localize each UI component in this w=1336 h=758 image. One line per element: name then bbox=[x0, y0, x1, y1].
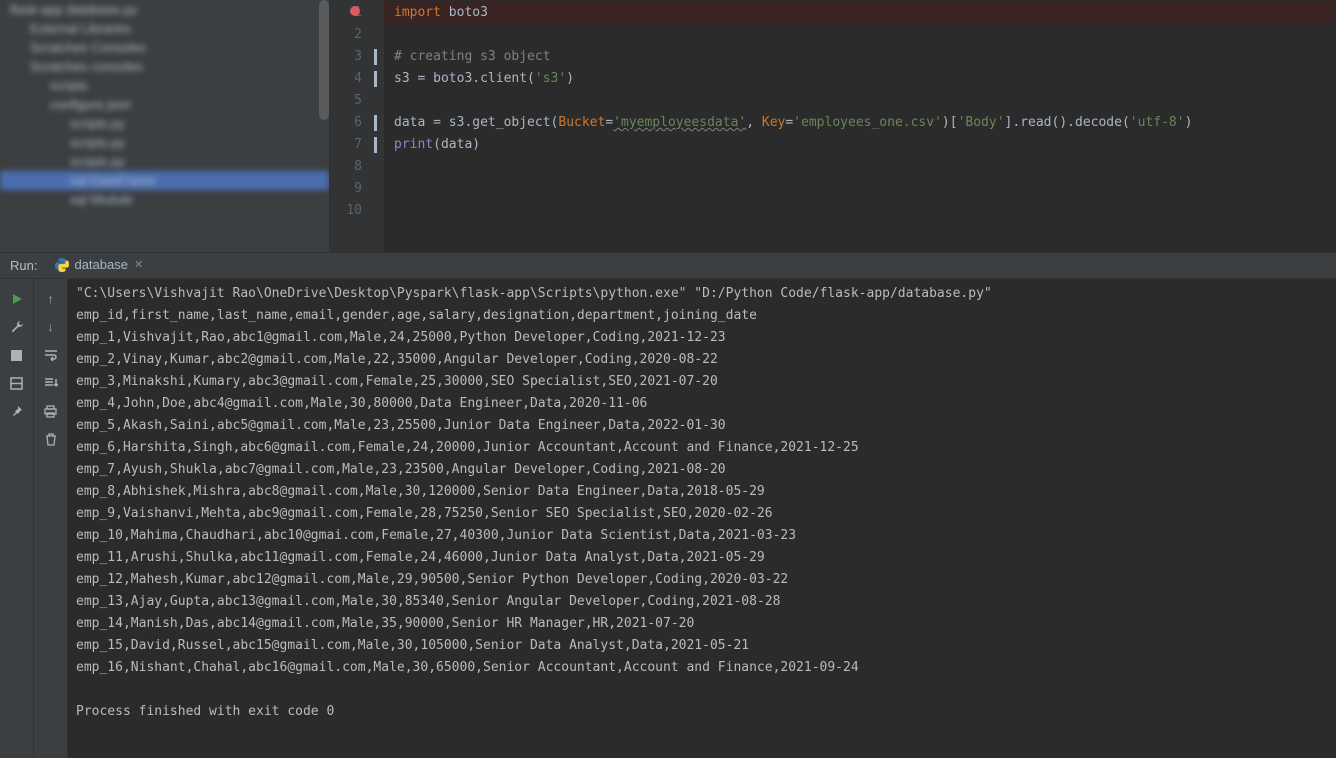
code-line: import boto3 bbox=[384, 2, 1336, 24]
tree-item-selected[interactable]: sql DataFrame bbox=[0, 171, 329, 190]
code-editor[interactable]: 1 2 3 4 5 6 7 8 9 10 import b bbox=[330, 0, 1336, 252]
console-line: emp_10,Mahima,Chaudhari,abc10@gmai.com,F… bbox=[76, 525, 1328, 547]
tree-item[interactable]: sql Module bbox=[0, 190, 329, 209]
wrench-icon[interactable] bbox=[6, 316, 28, 338]
console-output[interactable]: "C:\Users\Vishvajit Rao\OneDrive\Desktop… bbox=[68, 279, 1336, 758]
console-line: emp_4,John,Doe,abc4@gmail.com,Male,30,80… bbox=[76, 393, 1328, 415]
run-toolbar-left2: ↑ ↓ bbox=[34, 279, 68, 758]
console-line: emp_6,Harshita,Singh,abc6@gmail.com,Fema… bbox=[76, 437, 1328, 459]
fold-bar bbox=[370, 0, 384, 252]
soft-wrap-button[interactable] bbox=[40, 344, 62, 366]
run-toolbar-left bbox=[0, 279, 34, 758]
pin-button[interactable] bbox=[6, 400, 28, 422]
console-line: emp_16,Nishant,Chahal,abc16@gmail.com,Ma… bbox=[76, 657, 1328, 679]
code-line bbox=[394, 90, 1326, 112]
tree-item[interactable]: flask-app database.py bbox=[0, 0, 329, 19]
code-line: data = s3.get_object(Bucket='myemployees… bbox=[394, 112, 1326, 134]
tree-item[interactable]: scripts.py bbox=[0, 114, 329, 133]
close-icon[interactable]: ✕ bbox=[134, 258, 143, 271]
console-line: Process finished with exit code 0 bbox=[76, 701, 1328, 723]
run-panel: Run: database ✕ ↑ ↓ bbox=[0, 252, 1336, 758]
tree-item[interactable]: scripts.py bbox=[0, 133, 329, 152]
python-icon bbox=[55, 258, 69, 272]
line-gutter: 1 2 3 4 5 6 7 8 9 10 bbox=[330, 0, 370, 252]
print-button[interactable] bbox=[40, 400, 62, 422]
scroll-end-button[interactable] bbox=[40, 372, 62, 394]
console-line: emp_3,Minakshi,Kumary,abc3@gmail.com,Fem… bbox=[76, 371, 1328, 393]
up-arrow-icon[interactable]: ↑ bbox=[40, 288, 62, 310]
breakpoint-icon[interactable] bbox=[350, 6, 360, 16]
run-header: Run: database ✕ bbox=[0, 253, 1336, 279]
tree-item[interactable]: Scratches Consoles bbox=[0, 38, 329, 57]
code-line: # creating s3 object bbox=[394, 46, 1326, 68]
console-line: emp_9,Vaishanvi,Mehta,abc9@gmail.com,Fem… bbox=[76, 503, 1328, 525]
down-arrow-icon[interactable]: ↓ bbox=[40, 316, 62, 338]
console-line: emp_2,Vinay,Kumar,abc2@gmail.com,Male,22… bbox=[76, 349, 1328, 371]
console-line: emp_1,Vishvajit,Rao,abc1@gmail.com,Male,… bbox=[76, 327, 1328, 349]
console-line: emp_5,Akash,Saini,abc5@gmail.com,Male,23… bbox=[76, 415, 1328, 437]
code-line: print(data) bbox=[394, 134, 1326, 156]
console-line: "C:\Users\Vishvajit Rao\OneDrive\Desktop… bbox=[76, 283, 1328, 305]
console-line: emp_14,Manish,Das,abc14@gmail.com,Male,3… bbox=[76, 613, 1328, 635]
console-line: emp_7,Ayush,Shukla,abc7@gmail.com,Male,2… bbox=[76, 459, 1328, 481]
tree-item[interactable]: configure.json bbox=[0, 95, 329, 114]
delete-button[interactable] bbox=[40, 428, 62, 450]
tree-item[interactable]: scripts bbox=[0, 76, 329, 95]
console-line: emp_13,Ajay,Gupta,abc13@gmail.com,Male,3… bbox=[76, 591, 1328, 613]
code-line: s3 = boto3.client('s3') bbox=[394, 68, 1326, 90]
console-line: emp_id,first_name,last_name,email,gender… bbox=[76, 305, 1328, 327]
project-tree[interactable]: flask-app database.py External Libraries… bbox=[0, 0, 330, 252]
console-line: emp_15,David,Russel,abc15@gmail.com,Male… bbox=[76, 635, 1328, 657]
code-area[interactable]: import boto3 # creating s3 object s3 = b… bbox=[384, 0, 1336, 252]
console-line: emp_12,Mahesh,Kumar,abc12@gmail.com,Male… bbox=[76, 569, 1328, 591]
console-line bbox=[76, 679, 1328, 701]
console-line: emp_11,Arushi,Shulka,abc11@gmail.com,Fem… bbox=[76, 547, 1328, 569]
tree-item[interactable]: Scratches consoles bbox=[0, 57, 329, 76]
tree-item[interactable]: External Libraries bbox=[0, 19, 329, 38]
run-tab-label: database bbox=[74, 257, 128, 272]
run-tab[interactable]: database ✕ bbox=[47, 254, 151, 277]
stop-button[interactable] bbox=[6, 344, 28, 366]
code-line bbox=[394, 24, 1326, 46]
run-label: Run: bbox=[0, 258, 47, 273]
console-line: emp_8,Abhishek,Mishra,abc8@gmail.com,Mal… bbox=[76, 481, 1328, 503]
rerun-button[interactable] bbox=[6, 288, 28, 310]
tree-item[interactable]: scripts.py bbox=[0, 152, 329, 171]
layout-button[interactable] bbox=[6, 372, 28, 394]
scrollbar[interactable] bbox=[319, 0, 329, 120]
